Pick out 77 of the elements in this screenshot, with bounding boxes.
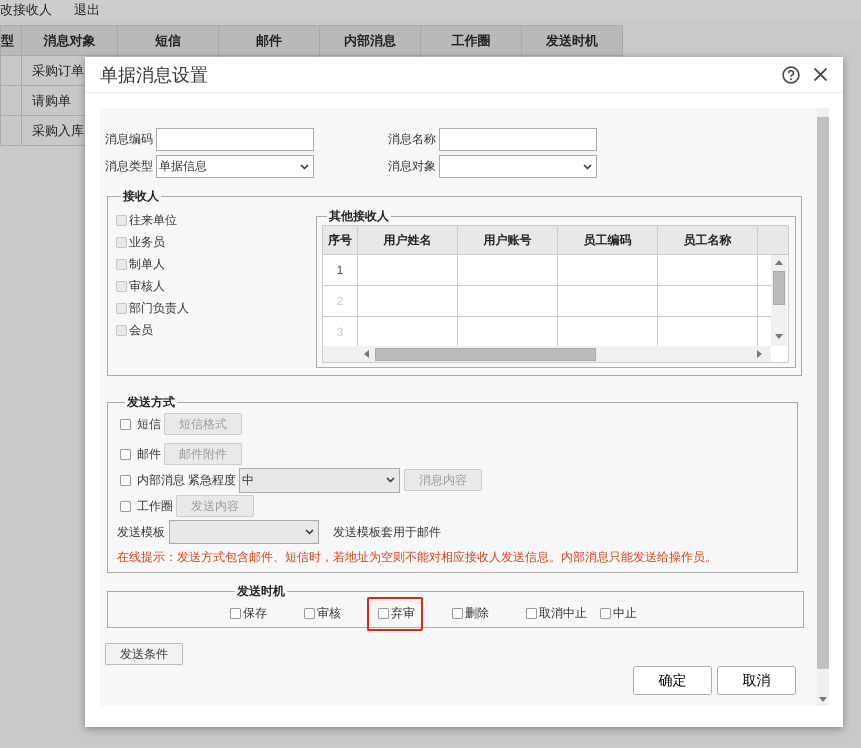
column-header: 用户姓名	[358, 226, 458, 254]
column-header: 消息对象	[22, 26, 118, 56]
row-number: 1	[323, 255, 358, 285]
checkbox-label: 工作圈	[137, 498, 173, 514]
checkbox-label: 短信	[137, 416, 161, 432]
help-icon[interactable]	[782, 66, 800, 84]
checkbox-label: 保存	[243, 605, 267, 622]
text-input[interactable]	[439, 128, 597, 151]
chevron-down-icon	[300, 164, 309, 170]
arrow-down-icon[interactable]	[775, 333, 783, 340]
column-header: 用户账号	[458, 226, 558, 254]
chevron-down-icon	[583, 164, 592, 170]
checkbox[interactable]	[378, 608, 389, 619]
note-text: 发送模板套用于邮件	[333, 524, 441, 540]
dropdown[interactable]	[439, 155, 597, 178]
chevron-down-icon	[386, 477, 395, 483]
checkbox[interactable]	[120, 448, 131, 460]
checkbox-label: 中止	[613, 605, 637, 622]
checkbox-label: 部门负责人	[129, 300, 189, 316]
checkbox-label: 审核人	[129, 278, 165, 294]
checkbox[interactable]	[304, 608, 315, 619]
dropdown[interactable]: 中	[239, 468, 400, 492]
checkbox-label: 业务员	[129, 234, 165, 250]
hint-text: 在线提示：发送方式包含邮件、短信时，若地址为空则不能对相应接收人发送信息。内部消息只能发送给操作员。	[117, 549, 718, 566]
checkbox-label: 审核	[317, 605, 341, 622]
table-cell	[0, 86, 22, 116]
column-header: 员工名称	[658, 226, 758, 254]
field-label: 消息类型	[105, 158, 154, 175]
scrollbar[interactable]	[323, 346, 771, 362]
checkbox[interactable]	[120, 500, 131, 512]
dialog-button[interactable]: 确定	[633, 666, 712, 695]
checkbox[interactable]	[120, 418, 131, 430]
checkbox[interactable]	[452, 608, 463, 619]
group-title: 发送时机	[236, 583, 286, 600]
checkbox-label: 会员	[129, 322, 153, 338]
chevron-down-icon	[305, 529, 314, 535]
checkbox-label: 制单人	[129, 256, 165, 272]
checkbox-label: 邮件	[137, 446, 161, 462]
column-header: 邮件	[218, 26, 320, 56]
scrollbar[interactable]	[771, 255, 787, 346]
send-conditions-button[interactable]: 发送条件	[105, 643, 183, 665]
field-label: 发送模板	[117, 524, 165, 540]
scrollbar[interactable]	[817, 108, 829, 706]
column-header: 内部消息	[320, 26, 420, 56]
arrow-up-icon[interactable]	[775, 259, 783, 266]
dialog-button[interactable]: 取消	[717, 666, 796, 695]
table-cell	[0, 56, 22, 86]
checkbox[interactable]	[526, 608, 537, 619]
arrow-right-icon[interactable]	[756, 350, 763, 358]
checkbox[interactable]	[600, 608, 611, 619]
toolbar-link[interactable]: 改接收人	[0, 1, 52, 19]
column-header: 型	[0, 26, 22, 56]
column-header: 序号	[323, 226, 358, 254]
column-header: 短信	[118, 26, 218, 56]
group-title: 发送方式	[126, 394, 176, 411]
checkbox[interactable]	[230, 608, 241, 619]
dropdown[interactable]: 单据信息	[156, 155, 314, 178]
checkbox-label: 往来单位	[129, 212, 177, 228]
toolbar-link[interactable]: 退出	[74, 1, 100, 19]
column-header: 发送时机	[522, 26, 622, 56]
field-label: 消息名称	[388, 131, 437, 148]
close-icon[interactable]	[813, 67, 828, 82]
arrow-down-icon[interactable]	[819, 696, 827, 703]
checkbox-label: 内部消息	[137, 472, 185, 488]
column-header: 员工编码	[558, 226, 658, 254]
checkbox-label: 取消中止	[539, 605, 587, 622]
field-label: 消息对象	[388, 158, 437, 175]
checkbox[interactable]	[120, 474, 131, 486]
group-title: 其他接收人	[328, 208, 390, 225]
dropdown[interactable]	[169, 520, 319, 544]
column-header: 工作圈	[420, 26, 522, 56]
text-input[interactable]	[156, 128, 314, 151]
field-label: 紧急程度	[188, 472, 236, 488]
group-title: 接收人	[122, 188, 160, 205]
arrow-left-icon[interactable]	[363, 350, 370, 358]
checkbox-label: 弃审	[391, 605, 415, 622]
checkbox-label: 删除	[465, 605, 489, 622]
